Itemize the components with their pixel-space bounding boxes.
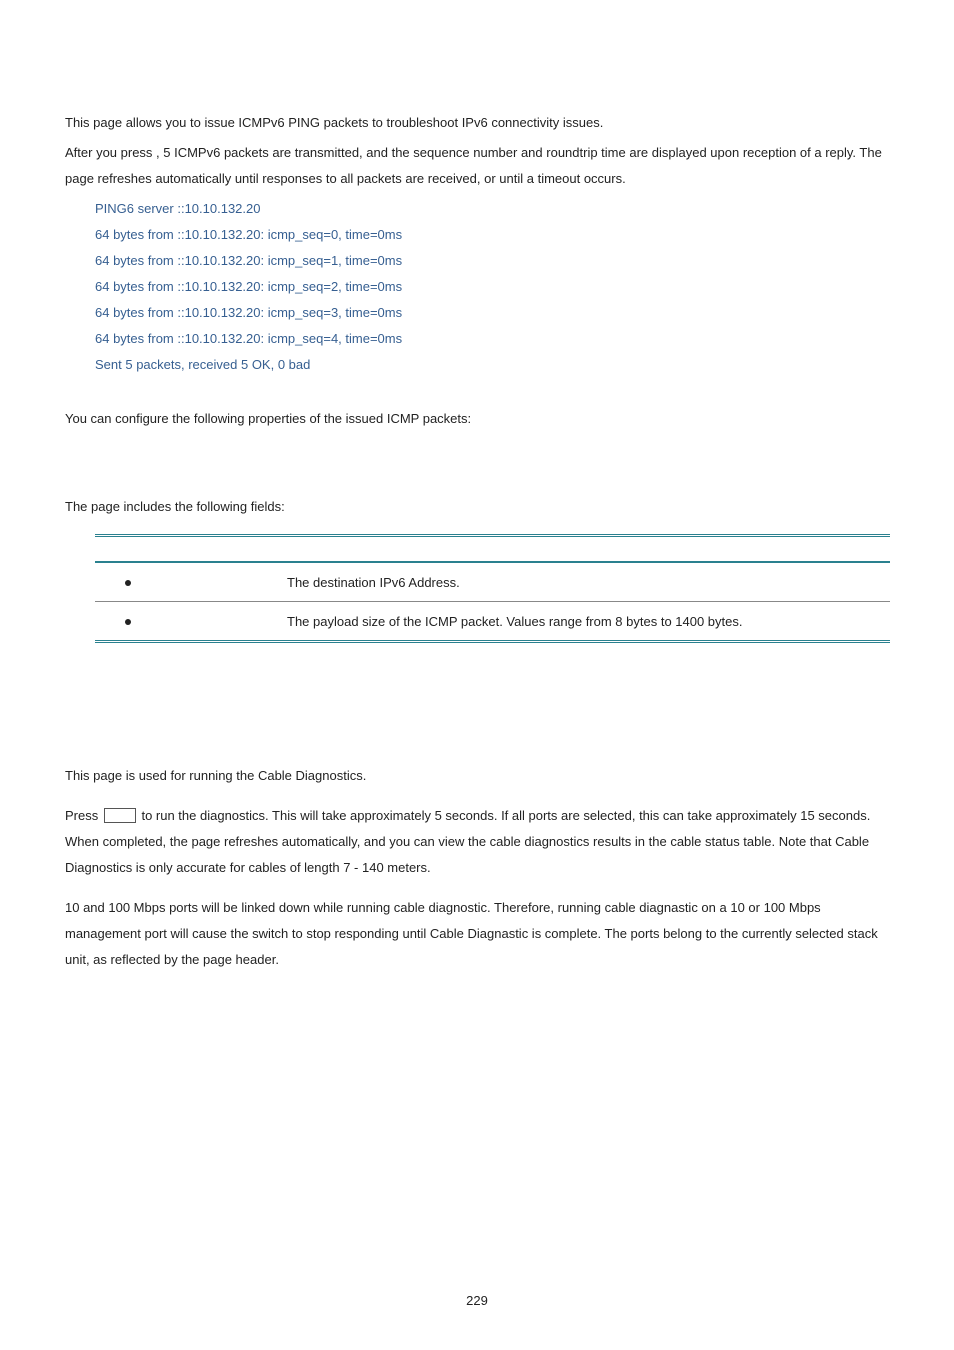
start-button[interactable] [104,808,136,823]
bullet-icon [125,619,131,625]
cable-p2-pre: Press [65,808,102,823]
intro-paragraph-1: This page allows you to issue ICMPv6 PIN… [65,110,889,136]
cable-p2-post: to run the diagnostics. This will take a… [65,808,870,875]
intro-paragraph-2: After you press , 5 ICMPv6 packets are t… [65,140,889,192]
cable-paragraph-1: This page is used for running the Cable … [65,763,889,789]
field-description: The payload size of the ICMP packet. Val… [286,602,890,642]
ping-output-line-6: Sent 5 packets, received 5 OK, 0 bad [95,352,889,378]
table-row: The payload size of the ICMP packet. Val… [95,602,890,642]
config-note: You can configure the following properti… [65,406,889,432]
page-number: 229 [0,1293,954,1308]
bullet-icon [125,580,131,586]
ping-output-line-2: 64 bytes from ::10.10.132.20: icmp_seq=1… [95,248,889,274]
table-row: The destination IPv6 Address. [95,562,890,602]
ping-output-line-1: 64 bytes from ::10.10.132.20: icmp_seq=0… [95,222,889,248]
ping-output-line-5: 64 bytes from ::10.10.132.20: icmp_seq=4… [95,326,889,352]
ping-output-line-0: PING6 server ::10.10.132.20 [95,196,889,222]
cable-paragraph-2: Press to run the diagnostics. This will … [65,803,889,881]
field-description: The destination IPv6 Address. [286,562,890,602]
ping-output-line-4: 64 bytes from ::10.10.132.20: icmp_seq=3… [95,300,889,326]
fields-intro: The page includes the following fields: [65,494,889,520]
ping-output-line-3: 64 bytes from ::10.10.132.20: icmp_seq=2… [95,274,889,300]
fields-table: The destination IPv6 Address. The payloa… [95,534,890,643]
cable-paragraph-3: 10 and 100 Mbps ports will be linked dow… [65,895,889,973]
